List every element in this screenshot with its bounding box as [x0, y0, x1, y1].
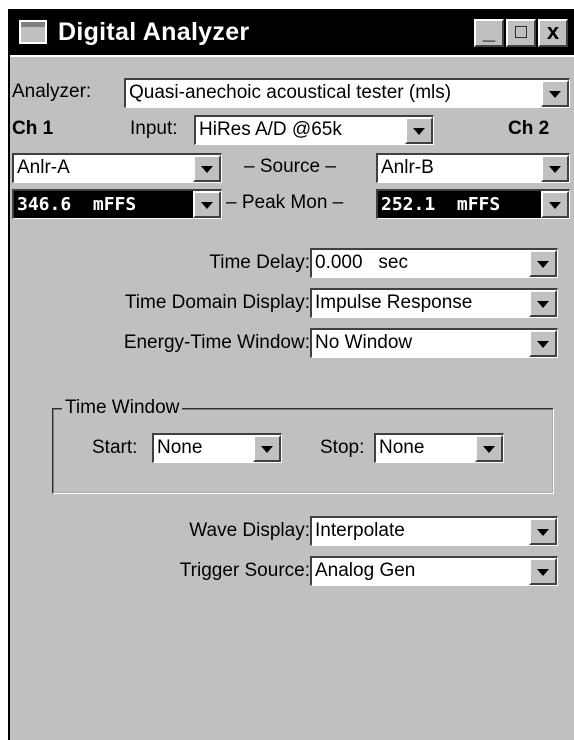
start-dropdown-arrow-icon[interactable]	[253, 435, 281, 462]
time-domain-select[interactable]: Impulse Response	[310, 288, 558, 318]
source-ch1-value: Anlr-A	[17, 157, 70, 178]
stop-label: Stop:	[320, 437, 365, 458]
analyzer-label: Analyzer:	[12, 81, 92, 102]
analyzer-dropdown-arrow-icon[interactable]	[541, 80, 569, 107]
trigger-source-value: Analog Gen	[315, 560, 416, 581]
input-value: HiRes A/D @65k	[199, 119, 342, 140]
input-label: Input:	[130, 118, 178, 139]
time-delay-value: 0.000 sec	[315, 252, 408, 273]
peak-mon-ch1-dropdown-arrow-icon[interactable]	[193, 191, 221, 218]
stop-select[interactable]: None	[374, 433, 504, 463]
peak-mon-ch2-dropdown-arrow-icon[interactable]	[541, 191, 569, 218]
source-ch1-select[interactable]: Anlr-A	[12, 153, 222, 183]
trigger-source-dropdown-arrow-icon[interactable]	[529, 558, 557, 585]
window-title: Digital Analyzer	[58, 18, 250, 46]
start-label: Start:	[92, 437, 138, 458]
peak-mon-ch2-value: 252.1 mFFS	[381, 194, 501, 215]
wave-display-label: Wave Display:	[189, 520, 310, 541]
energy-window-select[interactable]: No Window	[310, 328, 558, 358]
energy-window-label: Energy-Time Window:	[123, 332, 310, 353]
time-delay-select[interactable]: 0.000 sec	[310, 248, 558, 278]
input-select[interactable]: HiRes A/D @65k	[194, 115, 434, 145]
input-dropdown-arrow-icon[interactable]	[405, 117, 433, 144]
trigger-source-select[interactable]: Analog Gen	[310, 556, 558, 586]
source-ch2-dropdown-arrow-icon[interactable]	[541, 155, 569, 182]
analyzer-select[interactable]: Quasi-anechoic acoustical tester (mls)	[124, 78, 570, 108]
analyzer-panel: Analyzer: Quasi-anechoic acoustical test…	[10, 55, 574, 740]
close-button[interactable]: x	[538, 19, 568, 47]
stop-value: None	[379, 437, 425, 458]
source-ch2-select[interactable]: Anlr-B	[376, 153, 570, 183]
source-ch2-value: Anlr-B	[381, 157, 434, 178]
wave-display-value: Interpolate	[315, 520, 405, 541]
time-window-title: Time Window	[62, 397, 183, 419]
time-domain-label: Time Domain Display:	[124, 292, 310, 313]
time-delay-dropdown-arrow-icon[interactable]	[529, 250, 557, 277]
source-ch1-dropdown-arrow-icon[interactable]	[193, 155, 221, 182]
source-label: – Source –	[244, 156, 336, 177]
ch2-label: Ch 2	[508, 118, 550, 139]
stop-dropdown-arrow-icon[interactable]	[475, 435, 503, 462]
wave-display-select[interactable]: Interpolate	[310, 516, 558, 546]
time-delay-label: Time Delay:	[209, 252, 310, 273]
time-domain-value: Impulse Response	[315, 292, 473, 313]
analyzer-value: Quasi-anechoic acoustical tester (mls)	[129, 82, 452, 103]
digital-analyzer-window: Digital Analyzer _ □ x Analyzer: Quasi-a…	[8, 9, 574, 740]
trigger-source-label: Trigger Source:	[179, 560, 310, 581]
minimize-button[interactable]: _	[474, 19, 504, 47]
peak-mon-ch2-select[interactable]: 252.1 mFFS	[376, 189, 570, 219]
start-value: None	[157, 437, 203, 458]
energy-window-dropdown-arrow-icon[interactable]	[529, 330, 557, 357]
title-bar[interactable]: Digital Analyzer _ □ x	[10, 11, 574, 55]
peak-mon-ch1-value: 346.6 mFFS	[17, 194, 137, 215]
peak-mon-ch1-select[interactable]: 346.6 mFFS	[12, 189, 222, 219]
peak-mon-label: – Peak Mon –	[226, 192, 344, 213]
energy-window-value: No Window	[315, 332, 413, 353]
ch1-label: Ch 1	[12, 118, 54, 139]
start-select[interactable]: None	[152, 433, 282, 463]
window-app-icon[interactable]	[19, 20, 47, 44]
maximize-button[interactable]: □	[506, 19, 536, 47]
wave-display-dropdown-arrow-icon[interactable]	[529, 518, 557, 545]
time-domain-dropdown-arrow-icon[interactable]	[529, 290, 557, 317]
